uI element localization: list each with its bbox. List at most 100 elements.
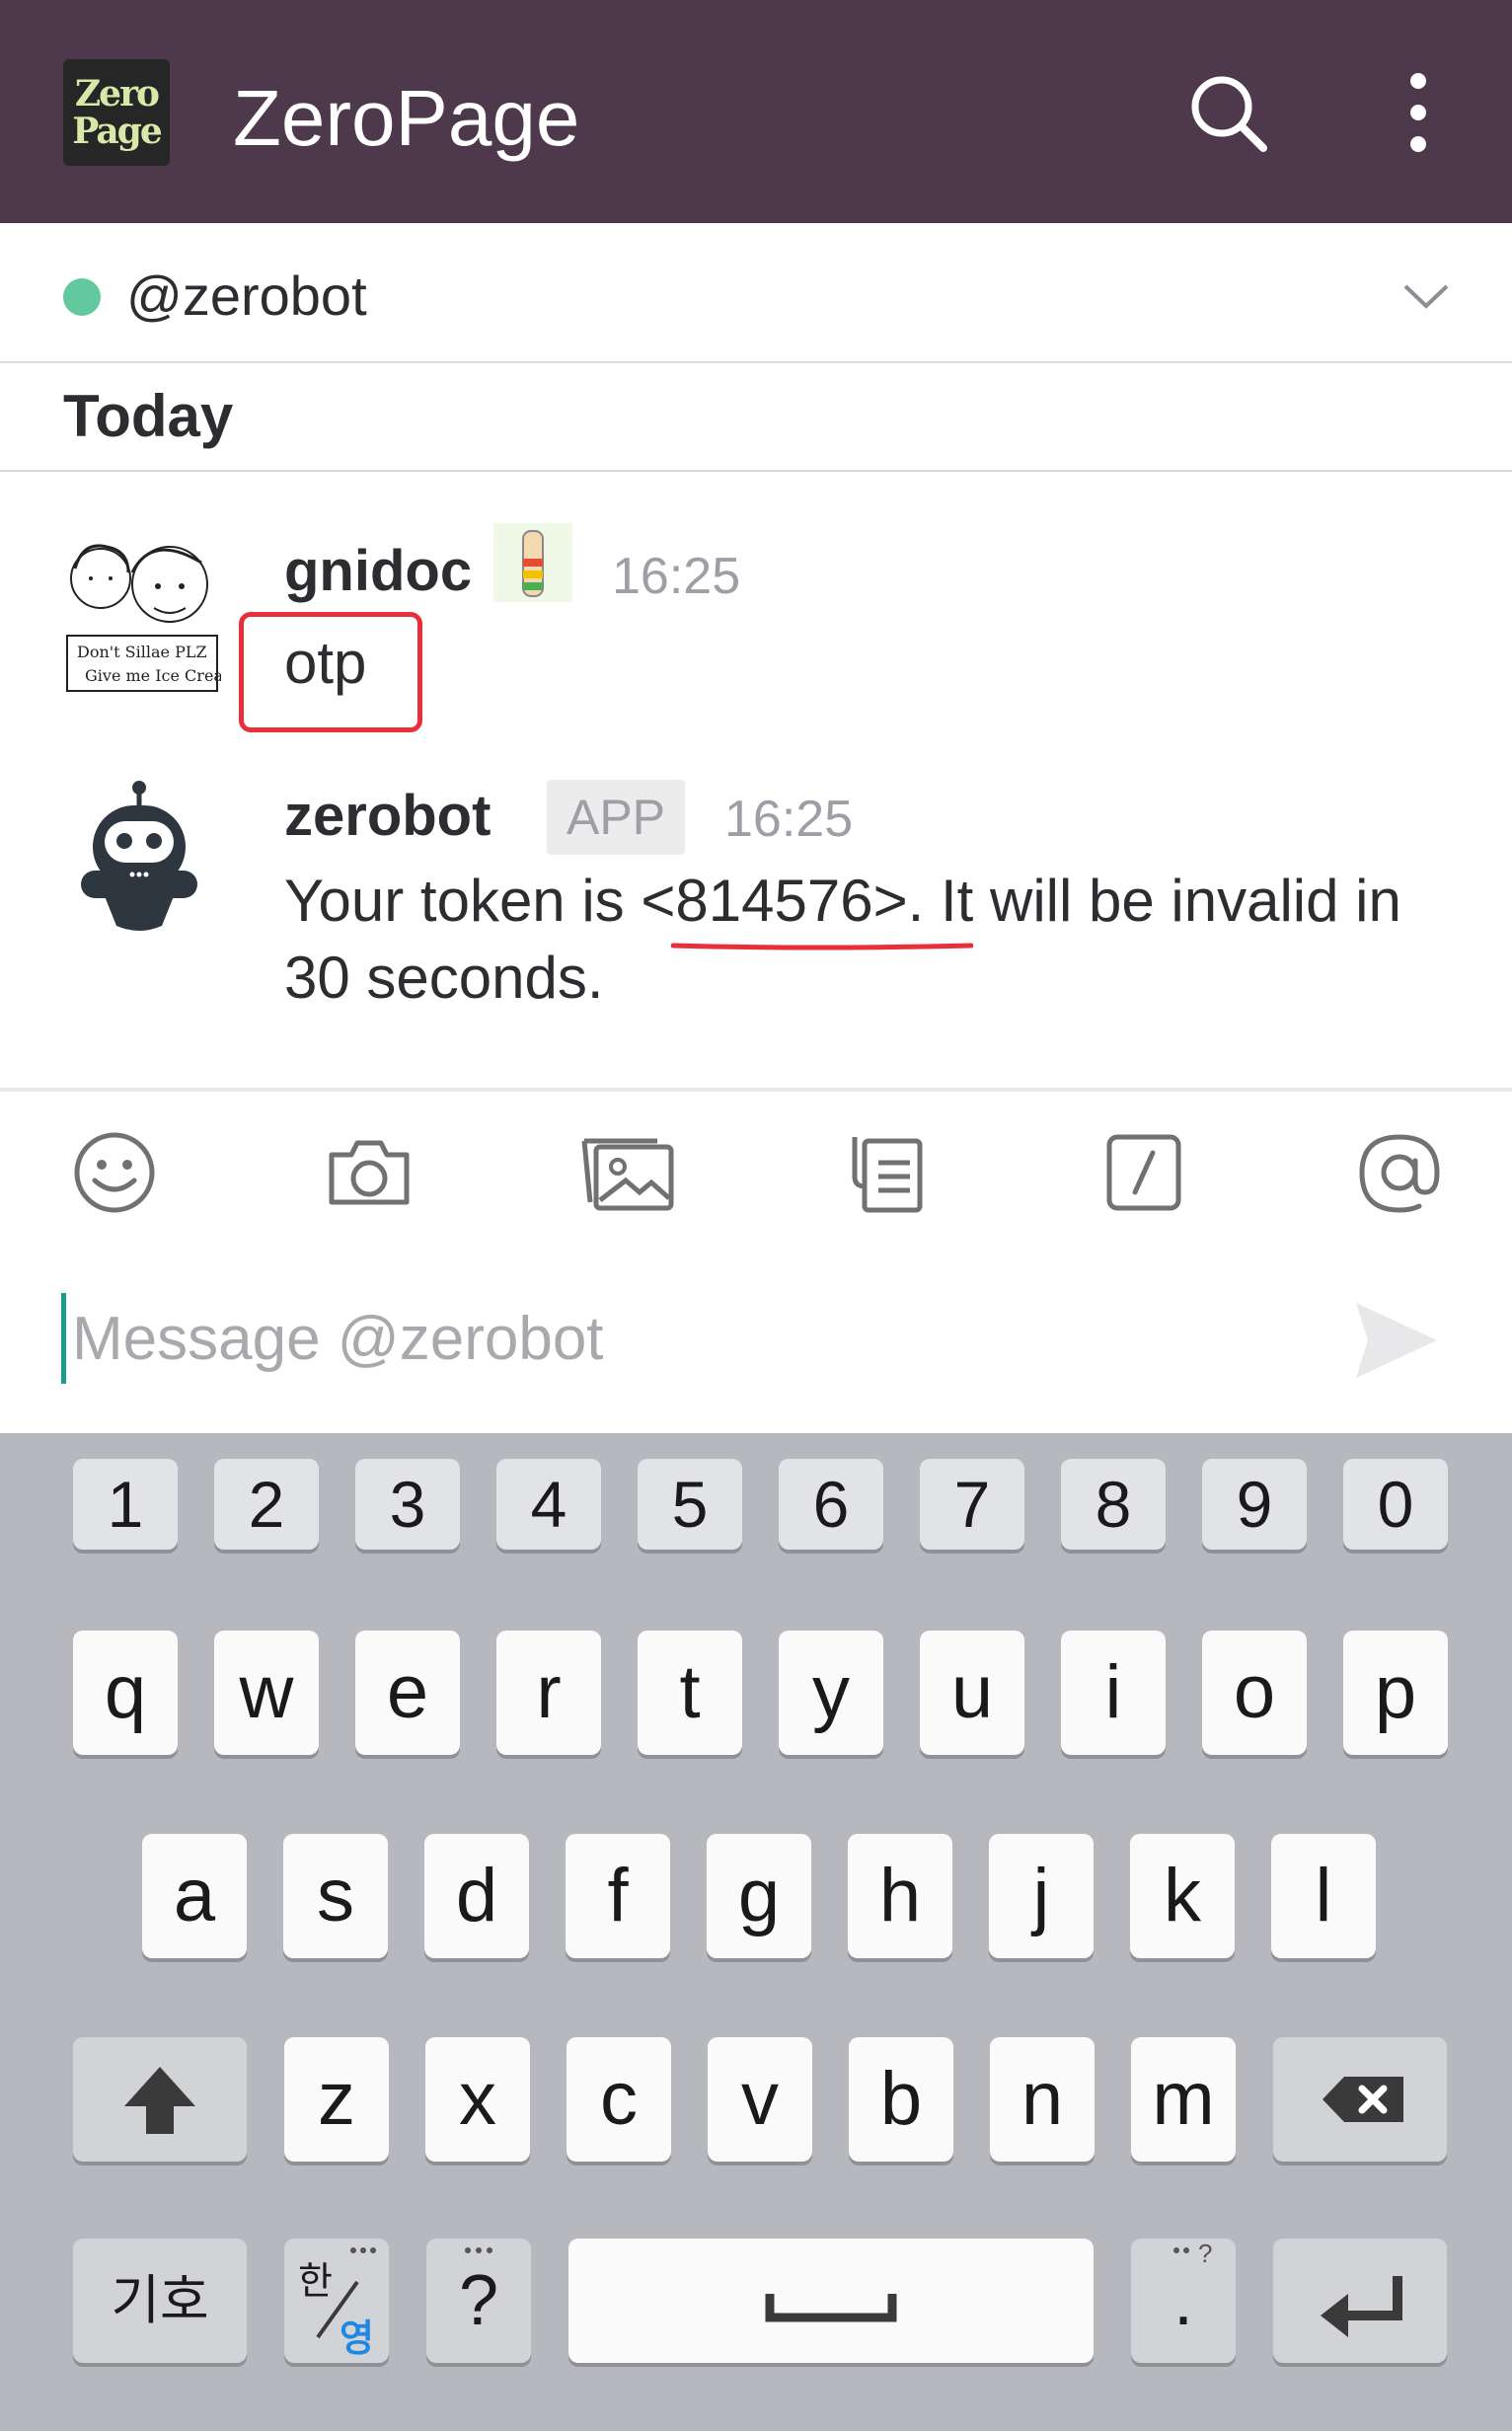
key-6[interactable]: 6 — [779, 1459, 883, 1550]
key-label: q — [104, 1650, 147, 1734]
app-header: Zero Page ZeroPage — [0, 0, 1512, 223]
send-icon[interactable] — [1352, 1299, 1441, 1382]
presence-indicator — [63, 278, 101, 316]
key-f[interactable]: f — [566, 1834, 670, 1958]
lang-bottom-label: 영 — [340, 2318, 374, 2360]
key-label: t — [679, 1650, 701, 1734]
key-d[interactable]: d — [424, 1834, 529, 1958]
key-v[interactable]: v — [708, 2037, 812, 2162]
key-h[interactable]: h — [848, 1834, 952, 1958]
key-4[interactable]: 4 — [496, 1459, 601, 1550]
workspace-title[interactable]: ZeroPage — [233, 71, 579, 166]
key-1[interactable]: 1 — [73, 1459, 178, 1550]
key-3[interactable]: 3 — [355, 1459, 460, 1550]
symbols-key[interactable]: 기호 — [73, 2239, 247, 2363]
gallery-icon[interactable] — [578, 1127, 677, 1218]
key-w[interactable]: w — [214, 1631, 319, 1755]
key-n[interactable]: n — [990, 2037, 1095, 2162]
key-u[interactable]: u — [920, 1631, 1024, 1755]
period-key[interactable]: .? — [1131, 2239, 1236, 2363]
key-p[interactable]: p — [1343, 1631, 1448, 1755]
key-o[interactable]: o — [1202, 1631, 1307, 1755]
more-options-icon[interactable] — [1394, 69, 1443, 158]
key-label: c — [600, 2057, 638, 2141]
key-j[interactable]: j — [989, 1834, 1094, 1958]
more-dots-icon — [465, 2247, 492, 2253]
key-t[interactable]: t — [638, 1631, 742, 1755]
workspace-logo[interactable]: Zero Page — [63, 59, 170, 166]
composer-divider — [0, 1088, 1512, 1092]
key-label: w — [239, 1650, 294, 1734]
message-timestamp: 16:25 — [724, 791, 854, 848]
key-label: y — [812, 1650, 850, 1734]
key-2[interactable]: 2 — [214, 1459, 319, 1550]
status-emoji-icon — [493, 523, 572, 602]
camera-icon[interactable] — [324, 1127, 415, 1218]
avatar[interactable]: Don't Sillae PLZ Give me Ice Cream — [63, 533, 238, 697]
channel-header[interactable]: @zerobot — [0, 223, 1512, 363]
key-i[interactable]: i — [1061, 1631, 1166, 1755]
key-label: 기호 — [111, 2271, 209, 2330]
app-badge: APP — [547, 780, 685, 855]
logo-text: Zero Page — [72, 73, 163, 152]
key-label: 6 — [812, 1468, 850, 1541]
search-icon[interactable] — [1184, 69, 1273, 158]
key-label: s — [317, 1854, 354, 1937]
key-label: r — [536, 1650, 562, 1734]
key-label: 0 — [1377, 1468, 1414, 1541]
key-r[interactable]: r — [496, 1631, 601, 1755]
message-timestamp: 16:25 — [612, 548, 741, 605]
key-label: e — [386, 1650, 429, 1734]
key-label: i — [1104, 1650, 1122, 1734]
key-l[interactable]: l — [1271, 1834, 1376, 1958]
key-k[interactable]: k — [1130, 1834, 1235, 1958]
key-label: 8 — [1095, 1468, 1132, 1541]
key-label: j — [1032, 1854, 1050, 1937]
key-c[interactable]: c — [567, 2037, 671, 2162]
message-author[interactable]: gnidoc — [284, 537, 472, 606]
key-y[interactable]: y — [779, 1631, 883, 1755]
key-label: n — [1021, 2057, 1064, 2141]
key-9[interactable]: 9 — [1202, 1459, 1307, 1550]
key-s[interactable]: s — [283, 1834, 388, 1958]
message-input[interactable] — [61, 1293, 1344, 1384]
key-x[interactable]: x — [425, 2037, 530, 2162]
key-b[interactable]: b — [849, 2037, 953, 2162]
key-label: k — [1164, 1854, 1201, 1937]
key-label: 7 — [953, 1468, 991, 1541]
slash-command-icon[interactable] — [1097, 1127, 1188, 1218]
emoji-icon[interactable] — [69, 1127, 160, 1218]
key-label: x — [459, 2057, 496, 2141]
bot-avatar[interactable] — [75, 780, 203, 938]
key-label: a — [173, 1854, 216, 1937]
key-e[interactable]: e — [355, 1631, 460, 1755]
key-label: o — [1233, 1650, 1276, 1734]
backspace-key[interactable] — [1273, 2037, 1447, 2162]
message-author[interactable]: zerobot — [284, 782, 491, 851]
shift-key[interactable] — [73, 2037, 247, 2162]
mention-icon[interactable] — [1354, 1127, 1445, 1218]
svg-text:Give me Ice Cream: Give me Ice Cream — [85, 666, 221, 685]
key-m[interactable]: m — [1131, 2037, 1236, 2162]
key-label: 1 — [107, 1468, 144, 1541]
enter-key[interactable] — [1273, 2239, 1447, 2363]
key-a[interactable]: a — [142, 1834, 247, 1958]
key-label: g — [737, 1854, 781, 1937]
key-8[interactable]: 8 — [1061, 1459, 1166, 1550]
question-key[interactable]: ? — [426, 2239, 531, 2363]
space-key[interactable] — [568, 2239, 1094, 2363]
channel-name: @zerobot — [126, 265, 367, 327]
chevron-down-icon[interactable] — [1401, 270, 1451, 320]
key-label: m — [1152, 2057, 1215, 2141]
key-7[interactable]: 7 — [920, 1459, 1024, 1550]
key-q[interactable]: q — [73, 1631, 178, 1755]
key-z[interactable]: z — [284, 2037, 389, 2162]
key-label: 5 — [671, 1468, 709, 1541]
key-5[interactable]: 5 — [638, 1459, 742, 1550]
message-text: Your token is <814576>. It will be inval… — [284, 868, 1401, 1011]
files-icon[interactable] — [841, 1127, 932, 1218]
key-g[interactable]: g — [707, 1834, 811, 1958]
language-toggle-key[interactable]: 한영 — [284, 2239, 389, 2363]
shift-icon — [124, 2067, 195, 2134]
key-0[interactable]: 0 — [1343, 1459, 1448, 1550]
